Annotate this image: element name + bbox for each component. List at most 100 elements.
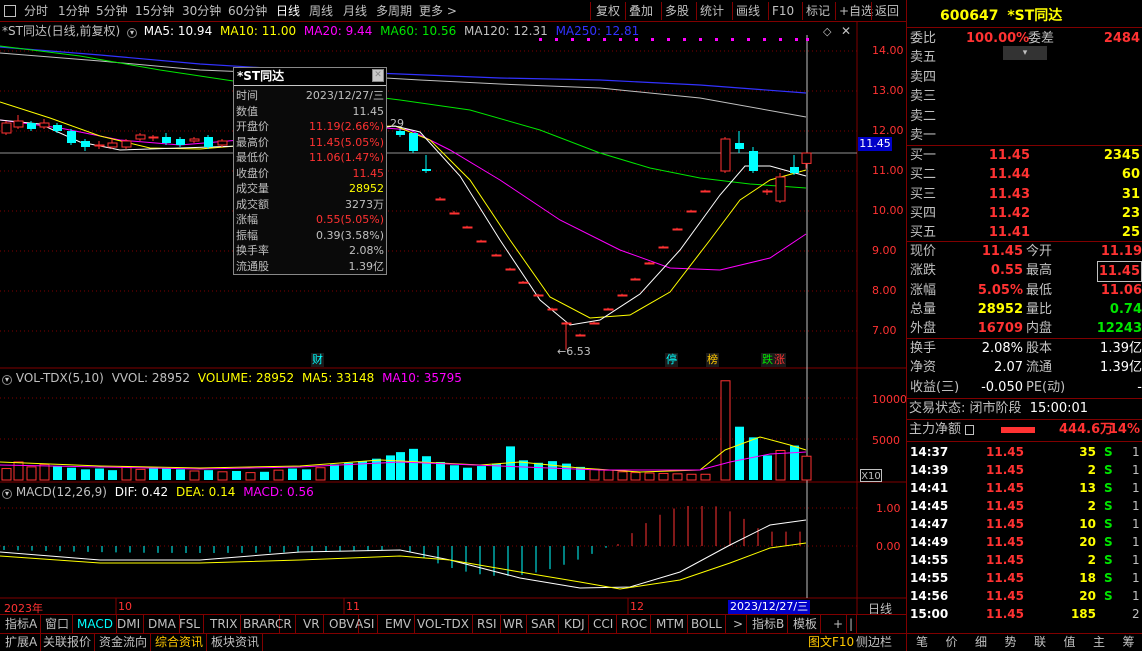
tick-side: S [1104,535,1113,549]
current-price-tag: 11.45 [858,137,892,151]
price-tick-label: 9.00 [872,244,897,257]
event-badge-2[interactable]: 榜 [706,353,719,367]
stat-value-2: 0.74 [1109,301,1142,317]
limit-dot [619,38,622,41]
stat-value-2: 11.06 [1100,282,1142,298]
bottom-tab-4[interactable]: 板块资讯 [208,634,264,651]
bottom-tab-1[interactable]: 关联报价 [40,634,96,651]
volume-bar-up [801,455,812,481]
volume-bar-up [39,463,50,481]
volume-bar-up [1,468,12,481]
indicator-tab-26[interactable]: | [846,615,858,633]
macd-collapse-icon[interactable]: ▾ [2,489,12,499]
volume-bar-down [477,466,486,480]
panel-tab-6[interactable]: 主 [1093,634,1105,651]
indicator-tab-13[interactable]: VOL-TDX [414,615,473,633]
buy-row: 买二 11.44 60 [908,165,1142,184]
sell-label: 卖三 [910,89,937,104]
indicator-tab-1[interactable]: 窗口 [42,615,74,633]
indicator-tab-3[interactable]: DMI [114,615,145,633]
indicator-tab-17[interactable]: KDJ [561,615,589,633]
indicator-tab-16[interactable]: SAR [528,615,560,633]
indicator-tab-22[interactable]: > [730,615,748,633]
candle-up [801,152,812,164]
buy-label: 买三 [910,186,937,202]
stat-value: 16709 [977,321,1023,337]
volume-bar-up [217,471,228,481]
ma120-line [0,52,807,118]
indicator-tab-25[interactable]: + [830,615,848,633]
volume-bar-up [121,466,132,481]
price-tick-label: 11.00 [872,164,904,177]
limit-dot [763,38,766,41]
fund-label-2: PE(动) [1026,379,1066,395]
indicator-tab-8[interactable]: CR [272,615,296,633]
indicator-tab-12[interactable]: EMV [382,615,416,633]
tick-volume: 20 [1079,535,1096,549]
tick-side: S [1104,517,1113,531]
event-badge-0[interactable]: 财 [311,353,324,367]
tick-price: 11.45 [986,553,1024,567]
panel-tab-5[interactable]: 值 [1064,634,1076,651]
indicator-tab-18[interactable]: CCI [590,615,618,633]
indicator-tab-5[interactable]: FSL [176,615,204,633]
panel-tab-2[interactable]: 细 [975,634,987,651]
indicator-tab-4[interactable]: DMA [145,615,180,633]
buy-label: 买二 [910,167,937,183]
candle-up [491,254,502,257]
volume-bar-up [672,473,683,481]
graphic-f10-button[interactable]: 图文F10 [808,634,854,651]
indicator-tab-6[interactable]: TRIX [207,615,242,633]
stock-code: 600647 [940,8,999,24]
panel-tab-3[interactable]: 势 [1005,634,1017,651]
indicator-tab-21[interactable]: BOLL [688,615,726,633]
bottom-tab-2[interactable]: 资金流向 [96,634,152,651]
stock-terminal: { "toolbar": { "left_items": ["分时","1分钟"… [0,0,1142,651]
kline-chart[interactable] [0,0,906,615]
volume-collapse-icon[interactable]: ▾ [2,375,12,385]
indicator-tab-19[interactable]: ROC [618,615,652,633]
tick-count: 1 [1132,499,1140,513]
tooltip-value: 11.45 [352,166,385,180]
bottom-tab-0[interactable]: 扩展A [2,634,42,651]
event-badge-4[interactable]: 涨 [773,353,786,367]
sidebar-button[interactable]: 侧边栏 [856,634,892,651]
indicator-tab-24[interactable]: 模板 [790,615,822,633]
panel-tab-0[interactable]: 笔 [916,634,928,651]
buy-label: 买一 [910,148,937,163]
candle-down [749,151,758,171]
indicator-tab-23[interactable]: 指标B [749,615,789,633]
tooltip-row: 流通股 1.39亿 [234,259,386,274]
panel-tab-4[interactable]: 联 [1034,634,1046,651]
volume-bar-down [396,452,405,480]
panel-tab-7[interactable]: 筹 [1123,634,1135,651]
volume-bar-down [260,471,269,480]
indicator-tab-0[interactable]: 指标A [2,615,42,633]
volume-bar-up [603,469,614,481]
bottom-tab-3[interactable]: 综合资讯 [152,634,208,651]
volume-bar-up [617,471,628,481]
indicator-tab-2[interactable]: MACD [74,615,117,633]
stat-value: 0.55 [990,263,1023,279]
panel-tab-1[interactable]: 价 [946,634,958,651]
tooltip-row: 时间 2023/12/27/三 [234,88,386,103]
tooltip-value: 28952 [349,182,384,195]
indicator-tab-14[interactable]: RSI [474,615,501,633]
doc-icon[interactable] [965,424,975,435]
indicator-tab-9[interactable]: VR [300,615,324,633]
indicator-tab-20[interactable]: MTM [653,615,689,633]
candle-up [686,210,697,213]
divider [907,633,1142,634]
tooltip-close-icon[interactable]: ✕ [372,69,384,82]
volume-bar-down [344,462,353,480]
event-badge-1[interactable]: 停 [665,353,678,367]
buy-row: 买五 11.41 25 [908,223,1142,242]
dea-line [0,542,807,590]
fund-value-2: - [1137,379,1142,395]
volume-bar-down [232,470,241,480]
tick-time: 14:47 [910,517,949,531]
stat-label-2: 最低 [1026,282,1053,298]
indicator-tab-15[interactable]: WR [500,615,528,633]
indicator-tab-11[interactable]: ASI [352,615,379,633]
tick-price: 11.45 [986,463,1024,477]
